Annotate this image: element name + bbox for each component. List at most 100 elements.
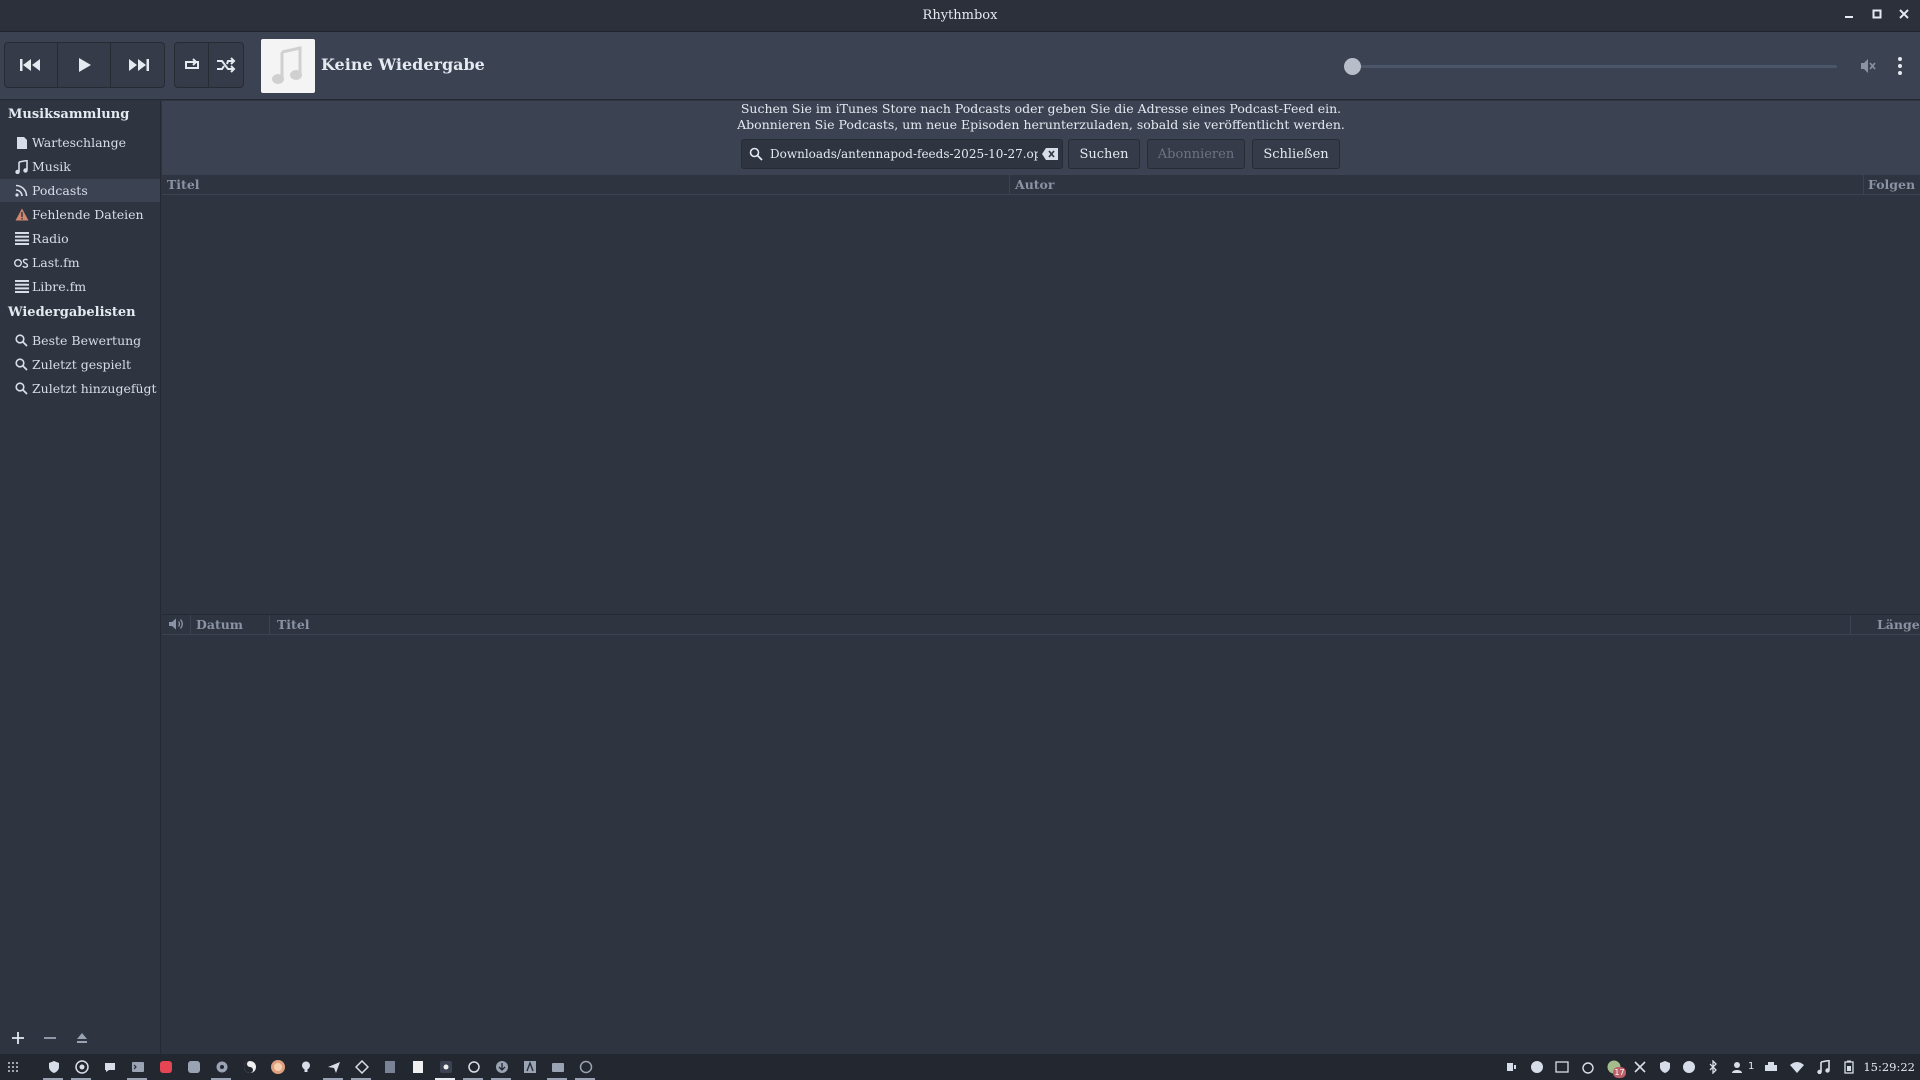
previous-button[interactable] [5,43,58,87]
files-icon[interactable] [185,1058,203,1076]
camera-app-icon[interactable] [549,1058,567,1076]
feeds-list[interactable] [162,196,1920,614]
episodes-list[interactable] [162,636,1920,1054]
sidebar-item-librefm[interactable]: Libre.fm [0,275,160,298]
chrome-icon[interactable] [73,1058,91,1076]
play-button[interactable] [58,43,111,87]
bluetooth-tray-icon[interactable] [1705,1059,1721,1075]
column-title[interactable]: Titel [167,177,200,192]
sidebar-item-zuletzt-gespielt[interactable]: Zuletzt gespielt [0,353,160,376]
maximize-icon[interactable] [1869,8,1885,24]
app-menu-button[interactable] [1888,53,1912,79]
circle-app-icon[interactable] [577,1058,595,1076]
volume-button[interactable] [1858,56,1878,76]
mode-controls [174,42,244,88]
sidebar-item-zuletzt-hinzugefuegt[interactable]: Zuletzt hinzugefügt [0,377,160,400]
clear-search-icon[interactable] [1038,148,1062,160]
sidebar-item-musik[interactable]: Musik [0,155,160,178]
repeat-icon [184,58,199,69]
settings-icon[interactable] [213,1058,231,1076]
taskbar-clock[interactable]: 15:29:22 [1863,1060,1915,1074]
radio-list-icon [14,231,29,246]
printer-tray-icon[interactable] [1763,1059,1779,1075]
book-icon[interactable] [381,1058,399,1076]
previous-icon [20,59,40,71]
next-button[interactable] [111,43,164,87]
media-tray-icon[interactable] [1504,1059,1520,1075]
bulb-icon[interactable] [297,1058,315,1076]
sidebar-item-label: Podcasts [32,183,88,198]
shield-tray-icon[interactable] [1657,1059,1673,1075]
users-tray-icon[interactable] [1730,1059,1746,1075]
podcast-search-field[interactable] [741,139,1063,169]
alarm-tray-icon[interactable] [1580,1059,1596,1075]
keyboard-tray-icon[interactable] [1554,1059,1570,1075]
eject-button[interactable] [68,1026,96,1050]
search-icon [14,333,29,348]
librefm-icon [14,279,29,294]
repeat-button[interactable] [175,43,209,87]
rhythmbox-icon[interactable] [437,1058,455,1076]
office-icon[interactable] [157,1058,175,1076]
sidebar-item-label: Libre.fm [32,279,87,294]
shuffle-button[interactable] [209,43,243,87]
subscribe-button[interactable]: Abonnieren [1147,139,1245,169]
avatar-app-icon[interactable] [269,1058,287,1076]
battery-tray-icon[interactable] [1841,1059,1857,1075]
steam-tray-icon[interactable] [1681,1059,1697,1075]
sync-icon[interactable] [465,1058,483,1076]
wifi-tray-icon[interactable] [1789,1059,1805,1075]
remove-button[interactable] [36,1026,64,1050]
tools-tray-icon[interactable] [1632,1059,1648,1075]
download-icon[interactable] [493,1058,511,1076]
terminal-icon[interactable] [129,1058,147,1076]
column-date[interactable]: Datum [196,617,243,632]
speaker-icon [168,617,184,634]
add-icon [12,1032,24,1044]
volume-muted-icon [1861,59,1876,73]
search-icon [14,357,29,372]
sidebar-item-label: Last.fm [32,255,80,270]
player-toolbar: Keine Wiedergabe [0,32,1920,100]
sidebar-item-podcasts[interactable]: Podcasts [0,179,160,202]
podcast-search-input[interactable] [770,147,1038,161]
seek-bar[interactable] [1352,65,1837,68]
sidebar-item-label: Fehlende Dateien [32,207,144,222]
sidebar-item-radio[interactable]: Radio [0,227,160,250]
add-button[interactable] [4,1026,32,1050]
cloud-tray-icon[interactable] [1529,1059,1545,1075]
document-icon [14,135,29,150]
search-button[interactable]: Suchen [1068,139,1140,169]
seek-handle[interactable] [1344,58,1361,75]
column-episode-title[interactable]: Titel [277,617,310,632]
font-app-icon[interactable] [521,1058,539,1076]
chat-icon[interactable] [101,1058,119,1076]
title-bar: Rhythmbox [0,0,1920,32]
music-note-icon [14,159,29,174]
window-title: Rhythmbox [922,8,998,23]
close-icon[interactable] [1896,8,1912,24]
column-length[interactable]: Länge [1877,617,1920,632]
app-grid-icon[interactable] [4,1058,22,1076]
music-note-icon [272,46,302,84]
column-episodes[interactable]: Folgen [1868,177,1915,192]
sidebar-item-lastfm[interactable]: Last.fm [0,251,160,274]
column-author[interactable]: Autor [1015,177,1054,192]
album-art [261,39,315,93]
music-tray-icon[interactable] [1815,1059,1831,1075]
diamond-icon[interactable] [353,1058,371,1076]
sidebar-item-fehlende-dateien[interactable]: Fehlende Dateien [0,203,160,226]
search-icon [14,381,29,396]
close-button[interactable]: Schließen [1252,139,1340,169]
yin-yang-icon[interactable] [241,1058,259,1076]
episodes-table-header: Datum Titel Länge [162,615,1920,635]
sidebar-item-label: Warteschlange [32,135,126,150]
send-icon[interactable] [325,1058,343,1076]
sidebar-item-beste-bewertung[interactable]: Beste Bewertung [0,329,160,352]
browser-shield-icon[interactable] [45,1058,63,1076]
minimize-icon[interactable] [1841,8,1857,24]
rss-icon [14,183,29,198]
remove-icon [44,1037,56,1039]
document-app-icon[interactable] [409,1058,427,1076]
sidebar-item-warteschlange[interactable]: Warteschlange [0,131,160,154]
